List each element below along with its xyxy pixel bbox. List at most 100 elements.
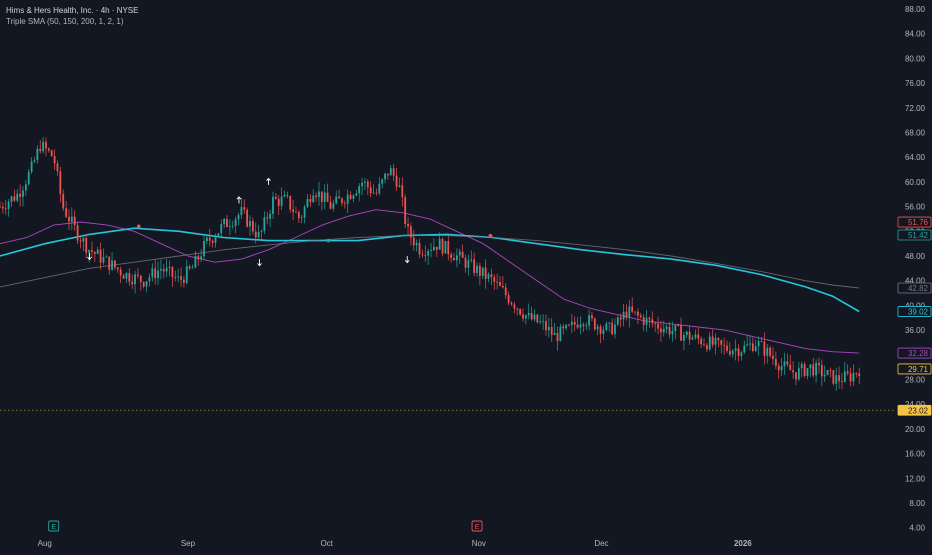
candle-body — [510, 302, 513, 305]
price-axis: 88.00 84.00 80.00 76.00 72.00 68.00 64.00 60.00… — [897, 5, 932, 533]
price-label-badge: 39.02 — [897, 306, 932, 317]
indicator-title[interactable]: Triple SMA (50, 150, 200, 1, 2, 1) — [6, 16, 138, 27]
candle-body — [407, 224, 409, 227]
time-axis: Aug Sep Oct Nov Dec 2026 E E — [38, 520, 752, 548]
candle-body — [559, 326, 562, 342]
crossover-dot — [488, 233, 493, 238]
candle-body — [427, 250, 430, 256]
candle-body — [283, 195, 286, 197]
candle-body — [611, 322, 613, 335]
price-tick-label: 4.00 — [909, 524, 925, 533]
candle-body — [585, 325, 588, 327]
candle-body — [648, 317, 651, 320]
candle-body — [36, 148, 39, 161]
candle-body — [694, 334, 697, 338]
candle-body — [1, 206, 4, 209]
candle-body — [737, 348, 740, 356]
candle-body — [39, 148, 42, 152]
price-tick-label: 80.00 — [905, 54, 926, 63]
candle-body — [490, 274, 493, 278]
candle-body — [625, 311, 628, 318]
candle-body — [217, 233, 220, 238]
candle-body — [76, 225, 79, 241]
candle-body — [300, 217, 303, 219]
candle-body — [234, 219, 237, 226]
candle-body — [366, 181, 369, 188]
candle-body — [783, 361, 786, 367]
candle-body — [102, 257, 105, 263]
crossover-dot — [326, 238, 331, 243]
symbol-title[interactable]: Hims & Hers Health, Inc. · 4h · NYSE — [6, 5, 138, 16]
candle-body — [516, 308, 519, 310]
candle-body — [731, 350, 734, 355]
candle-body — [674, 325, 677, 331]
candle-body — [746, 344, 749, 346]
candle-body — [240, 207, 243, 216]
candle-body — [599, 326, 602, 334]
candle-body — [487, 274, 490, 279]
candle-body — [346, 194, 349, 204]
candle-body — [622, 311, 625, 320]
earnings-marker[interactable]: E — [471, 520, 483, 532]
candle-body — [461, 251, 464, 258]
candle-body — [88, 250, 90, 253]
candle-body — [177, 276, 180, 278]
candle-body — [614, 324, 616, 335]
candle-body — [375, 192, 378, 194]
candle-body — [418, 242, 421, 255]
candle-body — [841, 381, 843, 383]
candle-body — [10, 196, 13, 202]
candle-body — [119, 269, 122, 276]
candle-body — [335, 196, 338, 204]
time-tick-label: Nov — [472, 539, 486, 548]
candle-body — [226, 218, 228, 227]
candle-body — [438, 238, 441, 250]
candle-body — [183, 279, 185, 283]
candle-body — [772, 355, 774, 359]
arrow-down-icon — [87, 253, 92, 261]
price-tick-label: 84.00 — [905, 30, 926, 39]
candle-body — [122, 275, 125, 279]
candle-body — [410, 226, 412, 238]
arrow-up-icon — [266, 177, 271, 185]
candle-body — [73, 216, 76, 226]
candle-body — [93, 252, 96, 254]
candle-body — [421, 254, 424, 256]
earnings-marker[interactable]: E — [48, 520, 60, 532]
candle-body — [797, 368, 800, 380]
price-label-badge: 51.42 — [897, 229, 932, 241]
candle-body — [792, 370, 795, 373]
candle-body — [338, 196, 340, 199]
candle-body — [639, 315, 642, 318]
candle-body — [835, 375, 838, 384]
price-tick-label: 56.00 — [905, 203, 926, 212]
candle-body — [634, 311, 636, 313]
candle-body — [326, 192, 329, 202]
price-tick-label: 68.00 — [905, 129, 926, 138]
arrow-down-icon — [257, 259, 262, 267]
candle-body — [134, 274, 136, 285]
candle-body — [243, 207, 246, 210]
candle-body — [70, 216, 73, 222]
candle-body — [424, 255, 427, 257]
price-chart[interactable]: 88.00 84.00 80.00 76.00 72.00 68.00 64.00 60.00… — [0, 0, 932, 550]
chart-area[interactable]: 88.00 84.00 80.00 76.00 72.00 68.00 64.00 60.00… — [0, 0, 932, 550]
candle-body — [128, 273, 131, 282]
candle-body — [588, 315, 590, 326]
candle-body — [228, 226, 231, 228]
candle-body — [591, 315, 593, 319]
crossover-dot — [136, 224, 141, 229]
candle-body — [320, 191, 323, 202]
candle-body — [720, 340, 723, 345]
candle-body — [467, 260, 470, 268]
time-tick-label: Oct — [320, 539, 333, 548]
candle-body — [343, 202, 346, 204]
candle-body — [59, 171, 62, 194]
time-tick-label: Aug — [38, 539, 52, 548]
candle-body — [404, 197, 407, 225]
candle-body — [352, 195, 355, 199]
candle-body — [717, 338, 720, 341]
candle-body — [47, 148, 50, 151]
candle-body — [145, 281, 148, 287]
candle-body — [478, 265, 481, 276]
